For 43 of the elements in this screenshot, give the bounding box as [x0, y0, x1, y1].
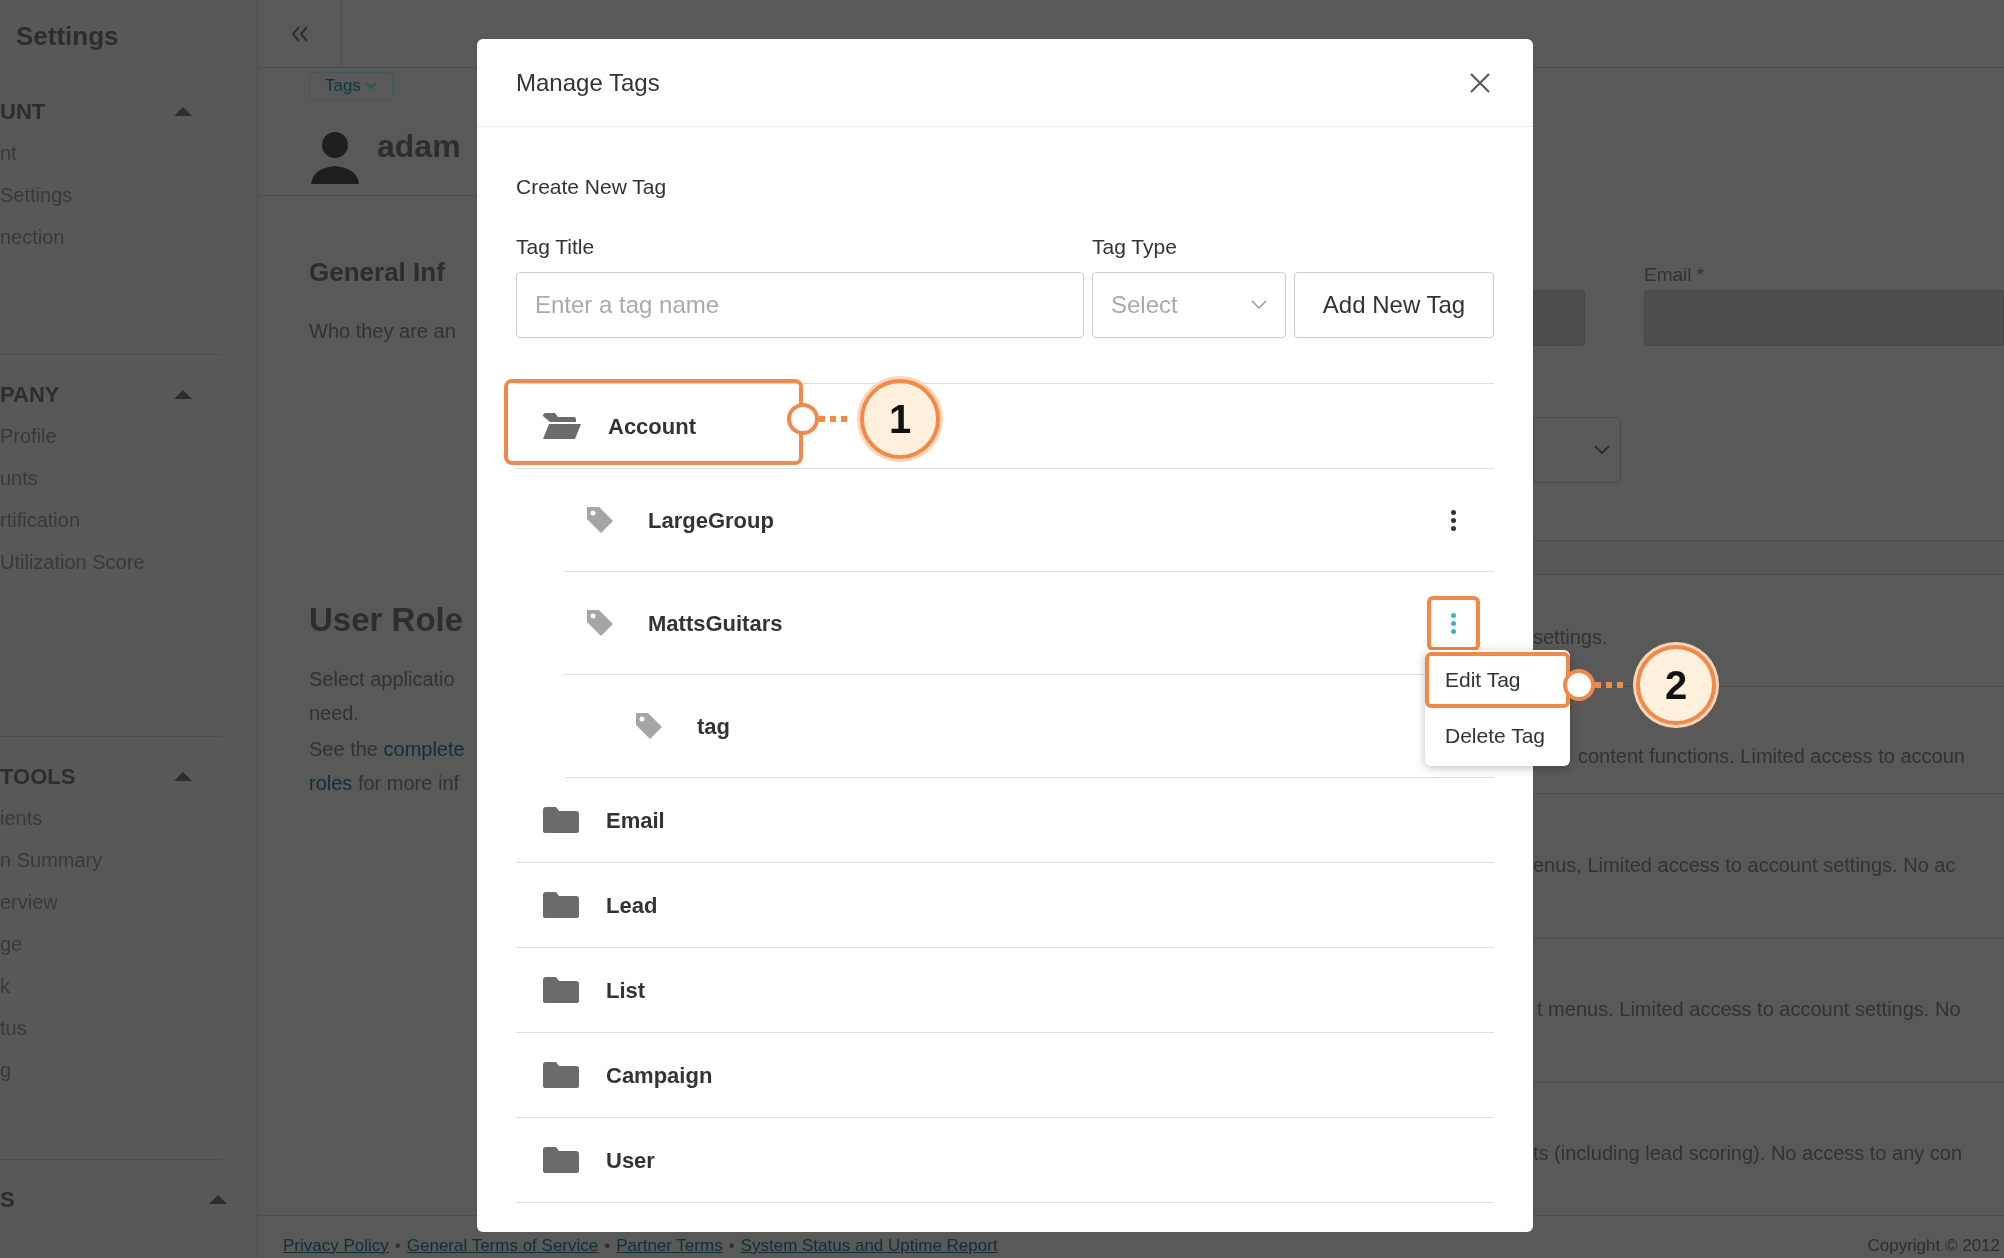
caret-up-icon[interactable] — [174, 389, 192, 399]
footer-separator: • — [728, 1236, 735, 1256]
chevron-down-icon — [1594, 445, 1610, 455]
tag-name[interactable]: tag — [697, 709, 1394, 743]
roles-link[interactable]: roles — [309, 772, 353, 794]
tag-name[interactable]: MattsGuitars — [648, 606, 1394, 640]
tags-dropdown-button[interactable]: Tags — [309, 72, 393, 100]
input-field[interactable] — [1533, 290, 1585, 346]
chevron-down-icon — [1251, 300, 1267, 310]
tag-name[interactable]: LargeGroup — [648, 503, 1394, 537]
double-chevron-left-icon — [289, 24, 310, 43]
close-icon — [1469, 71, 1491, 94]
roles-link[interactable]: complete — [383, 738, 465, 760]
menu-item[interactable]: Delete Tag — [1425, 708, 1570, 764]
tag-icon — [634, 711, 664, 741]
tag-title-field[interactable]: Enter a tag name — [516, 272, 1084, 338]
add-tag-button[interactable]: Add New Tag — [1294, 272, 1494, 338]
form-heading: Create New Tag — [516, 174, 667, 200]
footer-link[interactable]: Privacy Policy — [283, 1236, 389, 1256]
caret-up-icon[interactable] — [209, 1194, 227, 1204]
footer-separator: • — [604, 1236, 611, 1256]
field-label: Tag Title — [516, 233, 596, 260]
category-name[interactable]: Email — [606, 803, 665, 837]
category-name[interactable]: List — [606, 973, 646, 1007]
tag-type-select[interactable]: Select — [1092, 272, 1286, 338]
category-name[interactable]: Campaign — [606, 1058, 713, 1092]
category-name[interactable]: Account — [608, 409, 696, 443]
modal-title: Manage Tags — [516, 67, 660, 98]
field-label: Tag Type — [1092, 233, 1178, 260]
caret-up-icon[interactable] — [174, 771, 192, 781]
caret-up-icon[interactable] — [174, 106, 192, 116]
tag-icon — [585, 608, 615, 638]
callout-number: 1 — [860, 379, 940, 459]
footer-link[interactable]: System Status and Uptime Report — [740, 1236, 998, 1256]
footer-link[interactable]: General Terms of Service — [406, 1236, 599, 1256]
tag-icon — [585, 505, 615, 535]
footer-link[interactable]: Partner Terms — [616, 1236, 723, 1256]
category-name[interactable]: Lead — [606, 888, 658, 922]
footer-separator: • — [394, 1236, 401, 1256]
callout-number: 2 — [1636, 645, 1716, 725]
chevron-down-icon — [364, 82, 377, 90]
select-field[interactable] — [1533, 417, 1621, 483]
category-name[interactable]: User — [606, 1143, 655, 1177]
